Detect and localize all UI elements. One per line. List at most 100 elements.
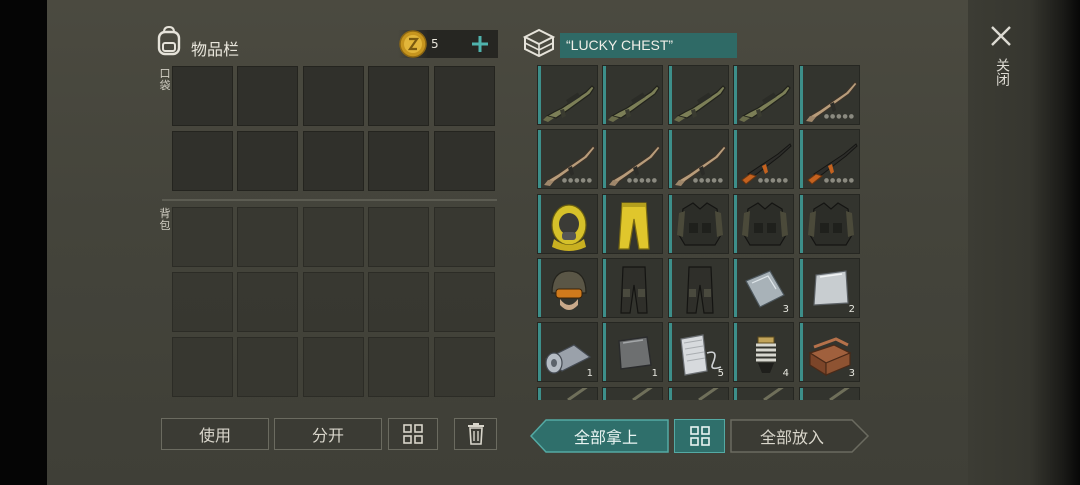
- inventory-slot[interactable]: [237, 131, 298, 191]
- inventory-slot[interactable]: [368, 207, 429, 267]
- item-count: 3: [848, 368, 855, 379]
- chest-item-partial[interactable]: [668, 387, 729, 400]
- take-all-button[interactable]: 全部拿上: [546, 419, 666, 453]
- trash-icon: [467, 423, 484, 445]
- durability-dots: ●●●●●: [823, 177, 855, 184]
- durability-dots: ●●●●●: [692, 177, 724, 184]
- chest-item-combat-helmet[interactable]: [537, 258, 598, 318]
- chest-item-steel-plate[interactable]: 3: [733, 258, 794, 318]
- chest-item-tactical-vest[interactable]: [733, 194, 794, 254]
- coin-icon: [399, 30, 427, 58]
- grid-sort-icon: [689, 426, 710, 446]
- inventory-slot[interactable]: [303, 337, 364, 397]
- inventory-slot[interactable]: [172, 207, 233, 267]
- inventory-slot[interactable]: [303, 131, 364, 191]
- inventory-slot[interactable]: [303, 272, 364, 332]
- inventory-slot[interactable]: [237, 272, 298, 332]
- durability-dots: ●●●●●: [757, 177, 789, 184]
- inventory-slot[interactable]: [172, 131, 233, 191]
- inventory-slot[interactable]: [237, 207, 298, 267]
- chest-item-tan-rifle[interactable]: ●●●●●: [668, 129, 729, 189]
- tactical-pants-icon: [620, 266, 648, 314]
- inventory-slot[interactable]: [434, 131, 495, 191]
- chest-item-aluminum-plate[interactable]: 2: [799, 258, 860, 318]
- sort-chest-button[interactable]: [674, 419, 725, 453]
- inventory-slot[interactable]: [434, 272, 495, 332]
- combat-helmet-icon: [551, 270, 587, 310]
- trash-button[interactable]: [454, 418, 497, 450]
- inventory-slot[interactable]: [172, 272, 233, 332]
- chest-item-spring-part[interactable]: 4: [733, 322, 794, 382]
- item-count: 1: [586, 368, 593, 379]
- chest-item-tan-rifle[interactable]: ●●●●●: [799, 65, 860, 125]
- inventory-title: 物品栏: [191, 40, 240, 59]
- put-all-button[interactable]: 全部放入: [731, 419, 853, 453]
- item-count: 2: [848, 304, 855, 315]
- chest-item-partial[interactable]: [602, 387, 663, 400]
- chest-item-hazmat-gas-mask[interactable]: [537, 194, 598, 254]
- tactical-vest-icon: [808, 202, 854, 246]
- right-panel: [968, 0, 1080, 485]
- inventory-slot[interactable]: [172, 66, 233, 126]
- tactical-vest-icon: [742, 202, 788, 246]
- backpack-icon: [157, 26, 181, 56]
- chest-item-metal-plate[interactable]: 1: [602, 322, 663, 382]
- item-count: 1: [651, 368, 658, 379]
- rifle-icon: [698, 388, 719, 400]
- close-button-label[interactable]: 关闭: [990, 58, 1012, 86]
- chest-item-tactical-pants[interactable]: [602, 258, 663, 318]
- chest-item-hazmat-pants[interactable]: [602, 194, 663, 254]
- chest-item-assault-rifle-green[interactable]: [668, 65, 729, 125]
- chest-item-bricks[interactable]: 3: [799, 322, 860, 382]
- hazmat-pants-icon: [618, 202, 650, 250]
- chest-item-orange-stock-rifle[interactable]: ●●●●●: [799, 129, 860, 189]
- inventory-slot[interactable]: [237, 337, 298, 397]
- inventory-slot[interactable]: [368, 272, 429, 332]
- close-icon[interactable]: [989, 24, 1013, 48]
- inventory-slot[interactable]: [368, 337, 429, 397]
- sort-inventory-button[interactable]: [388, 418, 438, 450]
- chest-item-tan-rifle[interactable]: ●●●●●: [537, 129, 598, 189]
- chest-item-partial[interactable]: [537, 387, 598, 400]
- chest-item-tactical-pants[interactable]: [668, 258, 729, 318]
- durability-dots: ●●●●●: [626, 177, 658, 184]
- backpack-label: 背包: [159, 207, 171, 232]
- tactical-vest-icon: [677, 202, 723, 246]
- use-button[interactable]: 使用: [161, 418, 269, 450]
- inventory-slot[interactable]: [303, 66, 364, 126]
- chest-item-foil-wire[interactable]: 5: [668, 322, 729, 382]
- inventory-slot[interactable]: [172, 337, 233, 397]
- inventory-slot[interactable]: [368, 66, 429, 126]
- assault-rifle-green-icon: [608, 85, 660, 122]
- chest-item-tactical-vest[interactable]: [799, 194, 860, 254]
- chest-item-tactical-vest[interactable]: [668, 194, 729, 254]
- rifle-icon: [763, 388, 784, 400]
- chest-grid[interactable]: ●●●●● ●●●●● ●●●●● ●●●●● ●●●●● ●●●●● 3 2 …: [536, 65, 864, 400]
- hazmat-gas-mask-icon: [551, 204, 587, 251]
- pockets-label: 口袋: [159, 67, 171, 92]
- rifle-icon: [829, 388, 850, 400]
- inventory-slot[interactable]: [237, 66, 298, 126]
- inventory-slot[interactable]: [368, 131, 429, 191]
- chest-icon: [522, 28, 556, 58]
- rifle-icon: [567, 388, 588, 400]
- chest-item-assault-rifle-green[interactable]: [537, 65, 598, 125]
- split-button[interactable]: 分开: [274, 418, 382, 450]
- durability-dots: ●●●●●: [561, 177, 593, 184]
- chest-item-orange-stock-rifle[interactable]: ●●●●●: [733, 129, 794, 189]
- inventory-slot[interactable]: [303, 207, 364, 267]
- durability-dots: ●●●●●: [823, 113, 855, 120]
- chest-item-tan-rifle[interactable]: ●●●●●: [602, 129, 663, 189]
- chest-item-assault-rifle-green[interactable]: [733, 65, 794, 125]
- inventory-slot[interactable]: [434, 337, 495, 397]
- chest-item-partial[interactable]: [799, 387, 860, 400]
- add-coins-button[interactable]: [470, 34, 490, 54]
- assault-rifle-green-icon: [674, 85, 726, 122]
- chest-item-fabric-roll[interactable]: 1: [537, 322, 598, 382]
- assault-rifle-green-icon: [739, 85, 791, 122]
- game-screen: 物品栏 5 口袋 背包 使用 分开 “LUCKY CHEST” ●●●●● ●●…: [0, 0, 1080, 485]
- chest-item-assault-rifle-green[interactable]: [602, 65, 663, 125]
- inventory-slot[interactable]: [434, 66, 495, 126]
- chest-item-partial[interactable]: [733, 387, 794, 400]
- inventory-slot[interactable]: [434, 207, 495, 267]
